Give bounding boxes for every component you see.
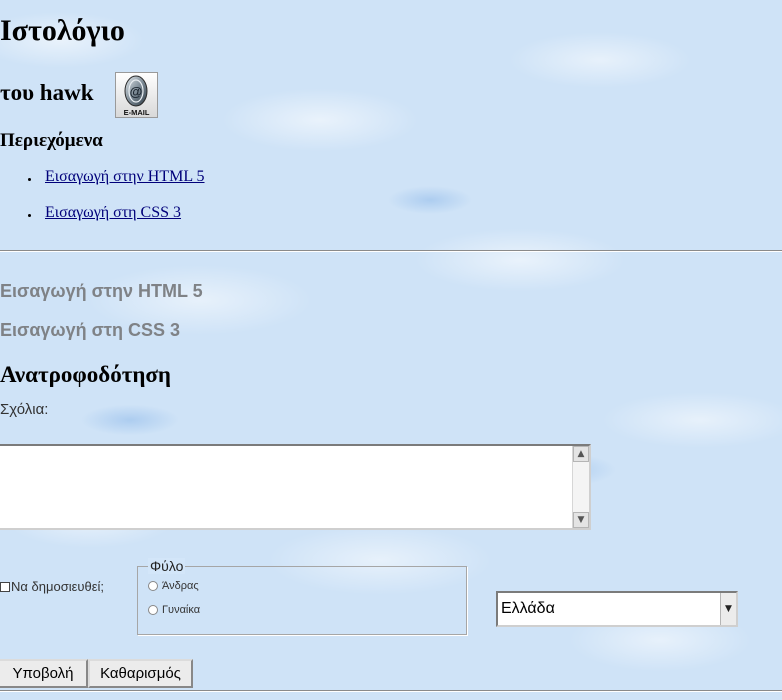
section-heading-html5: Εισαγωγή στην HTML 5 (0, 281, 203, 301)
toc-link-css3[interactable]: Εισαγωγή στη CSS 3 (45, 204, 181, 221)
chevron-down-icon[interactable]: ▼ (720, 593, 736, 625)
bullet-icon (28, 214, 31, 217)
radio-label: Γυναίκα (162, 604, 201, 616)
svg-text:@: @ (130, 84, 143, 99)
svg-text:E-MAIL: E-MAIL (124, 108, 150, 117)
site-title: Ιστολόγιο (0, 14, 125, 47)
radio-label: Άνδρας (162, 580, 199, 592)
section-heading-css3: Εισαγωγή στη CSS 3 (0, 320, 180, 340)
comments-textarea[interactable]: ▲ ▼ (0, 444, 591, 530)
email-icon[interactable]: @ E-MAIL (115, 72, 158, 118)
gender-option-female[interactable]: Γυναίκα (148, 604, 200, 616)
gender-option-male[interactable]: Άνδρας (148, 580, 199, 592)
radio-button[interactable] (148, 605, 158, 615)
publish-option: Να δημοσιευθεί; (0, 579, 104, 594)
radio-button[interactable] (148, 581, 158, 591)
toc-item: Εισαγωγή στη CSS 3 (0, 204, 205, 240)
bullet-icon (28, 178, 31, 181)
submit-button[interactable]: Υποβολή (0, 659, 88, 688)
scroll-up-icon[interactable]: ▲ (573, 446, 589, 462)
divider (0, 690, 782, 692)
divider (0, 250, 782, 252)
comments-scrollbar[interactable]: ▲ ▼ (572, 446, 589, 528)
publish-checkbox[interactable] (0, 581, 10, 592)
gender-fieldset: Φύλο Άνδρας Γυναίκα (137, 558, 467, 635)
toc-item: Εισαγωγή στην HTML 5 (0, 168, 205, 204)
scroll-down-icon[interactable]: ▼ (573, 512, 589, 528)
toc-link-html5[interactable]: Εισαγωγή στην HTML 5 (45, 168, 205, 185)
country-select[interactable]: Ελλάδα ▼ (496, 591, 738, 627)
reset-button[interactable]: Καθαρισμός (88, 659, 193, 688)
toc-heading: Περιεχόμενα (0, 130, 103, 151)
feedback-heading: Ανατροφοδότηση (0, 362, 171, 387)
comments-label: Σχόλια: (0, 401, 49, 418)
site-subtitle: του hawk (0, 80, 94, 105)
gender-legend: Φύλο (148, 558, 186, 574)
toc-list: Εισαγωγή στην HTML 5 Εισαγωγή στη CSS 3 (0, 168, 205, 240)
scrollbar-track[interactable] (573, 462, 589, 512)
publish-label: Να δημοσιευθεί; (11, 579, 105, 594)
country-selected-value: Ελλάδα (501, 600, 555, 617)
